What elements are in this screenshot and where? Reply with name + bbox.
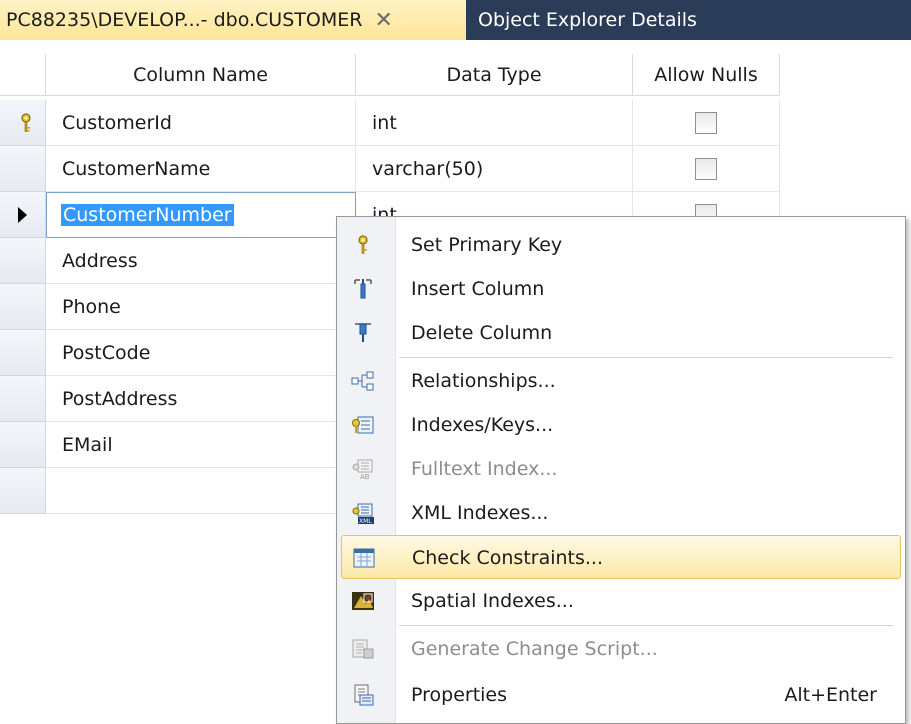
menu-item-label: Insert Column bbox=[411, 278, 545, 300]
tab-object-explorer-details[interactable]: Object Explorer Details bbox=[470, 0, 697, 40]
close-tab-icon[interactable]: ✕ bbox=[374, 8, 392, 33]
menu-item-properties[interactable]: Properties Alt+Enter bbox=[341, 673, 901, 717]
document-tab-strip: PC88235\DEVELOP...- dbo.CUSTOMER ✕ Objec… bbox=[0, 0, 911, 40]
delete-column-icon bbox=[349, 319, 377, 347]
menu-item-label: Properties bbox=[411, 684, 508, 706]
menu-item-spatial-indexes[interactable]: Spatial Indexes... bbox=[341, 579, 901, 623]
menu-item-fulltext-index[interactable]: AB Fulltext Index... bbox=[341, 447, 901, 491]
primary-key-icon bbox=[20, 113, 32, 137]
row-selector[interactable] bbox=[0, 100, 46, 146]
check-constraints-icon bbox=[350, 544, 378, 572]
spatial-indexes-icon bbox=[349, 587, 377, 615]
xml-indexes-icon: XML bbox=[349, 499, 377, 527]
menu-item-indexes-keys[interactable]: Indexes/Keys... bbox=[341, 403, 901, 447]
column-name-cell[interactable] bbox=[46, 468, 356, 514]
tab-title: PC88235\DEVELOP...- dbo.CUSTOMER bbox=[6, 9, 363, 31]
column-name-input[interactable]: CustomerNumber bbox=[46, 192, 356, 238]
column-name-cell[interactable]: CustomerId bbox=[46, 100, 356, 146]
menu-item-label: Spatial Indexes... bbox=[411, 590, 574, 612]
menu-item-check-constraints[interactable]: Check Constraints... bbox=[341, 535, 901, 579]
header-data-type: Data Type bbox=[356, 54, 633, 96]
menu-item-set-primary-key[interactable]: Set Primary Key bbox=[341, 223, 901, 267]
allow-nulls-checkbox[interactable] bbox=[695, 157, 717, 180]
row-selector[interactable] bbox=[0, 422, 46, 468]
menu-item-delete-column[interactable]: Delete Column bbox=[341, 311, 901, 355]
data-type-cell[interactable]: varchar(50) bbox=[356, 146, 633, 192]
column-name-cell[interactable]: EMail bbox=[46, 422, 356, 468]
menu-item-label: Generate Change Script... bbox=[411, 638, 658, 660]
menu-item-label: Delete Column bbox=[411, 322, 553, 344]
row-selector[interactable] bbox=[0, 146, 46, 192]
indexes-keys-icon bbox=[349, 411, 377, 439]
insert-column-icon bbox=[349, 275, 377, 303]
properties-icon bbox=[349, 681, 377, 709]
column-name-cell[interactable]: CustomerName bbox=[46, 146, 356, 192]
menu-item-label: Relationships... bbox=[411, 370, 556, 392]
allow-nulls-cell bbox=[633, 100, 780, 146]
tab-title: Object Explorer Details bbox=[478, 9, 697, 31]
menu-item-label: Indexes/Keys... bbox=[411, 414, 554, 436]
svg-text:AB: AB bbox=[360, 473, 370, 480]
menu-item-insert-column[interactable]: Insert Column bbox=[341, 267, 901, 311]
menu-item-xml-indexes[interactable]: XML XML Indexes... bbox=[341, 491, 901, 535]
menu-item-generate-change-script[interactable]: Generate Change Script... bbox=[341, 627, 901, 671]
menu-item-label: Set Primary Key bbox=[411, 234, 563, 256]
key-icon bbox=[349, 231, 377, 259]
current-row-arrow-icon bbox=[18, 207, 27, 223]
data-type-cell[interactable]: int bbox=[356, 100, 633, 146]
row-selector[interactable] bbox=[0, 192, 46, 238]
menu-item-label: Fulltext Index... bbox=[411, 458, 558, 480]
row-selector[interactable] bbox=[0, 238, 46, 284]
svg-text:XML: XML bbox=[359, 518, 372, 524]
row-selector-header bbox=[0, 54, 46, 96]
allow-nulls-cell bbox=[633, 146, 780, 192]
row-selector[interactable] bbox=[0, 468, 46, 514]
menu-item-label: XML Indexes... bbox=[411, 502, 549, 524]
menu-item-shortcut: Alt+Enter bbox=[784, 684, 877, 706]
menu-separator bbox=[399, 625, 893, 626]
row-selector[interactable] bbox=[0, 376, 46, 422]
allow-nulls-checkbox[interactable] bbox=[695, 111, 717, 134]
menu-separator bbox=[399, 357, 893, 358]
tab-customer-table[interactable]: PC88235\DEVELOP...- dbo.CUSTOMER ✕ bbox=[0, 0, 466, 40]
relationships-icon bbox=[349, 367, 377, 395]
header-column-name: Column Name bbox=[46, 54, 356, 96]
table-row[interactable]: CustomerName varchar(50) bbox=[0, 146, 780, 192]
column-name-cell[interactable]: PostCode bbox=[46, 330, 356, 376]
row-selector[interactable] bbox=[0, 284, 46, 330]
table-row[interactable]: CustomerId int bbox=[0, 100, 780, 146]
column-name-cell[interactable]: Address bbox=[46, 238, 356, 284]
column-name-cell[interactable]: Phone bbox=[46, 284, 356, 330]
selected-text: CustomerNumber bbox=[61, 204, 234, 226]
menu-item-label: Check Constraints... bbox=[412, 547, 604, 569]
column-name-cell[interactable]: PostAddress bbox=[46, 376, 356, 422]
fulltext-index-icon: AB bbox=[349, 455, 377, 483]
header-allow-nulls: Allow Nulls bbox=[633, 54, 780, 96]
row-selector[interactable] bbox=[0, 330, 46, 376]
generate-script-icon bbox=[349, 635, 377, 663]
context-menu: Set Primary Key Insert Column Delete Col… bbox=[336, 216, 906, 724]
menu-item-relationships[interactable]: Relationships... bbox=[341, 359, 901, 403]
